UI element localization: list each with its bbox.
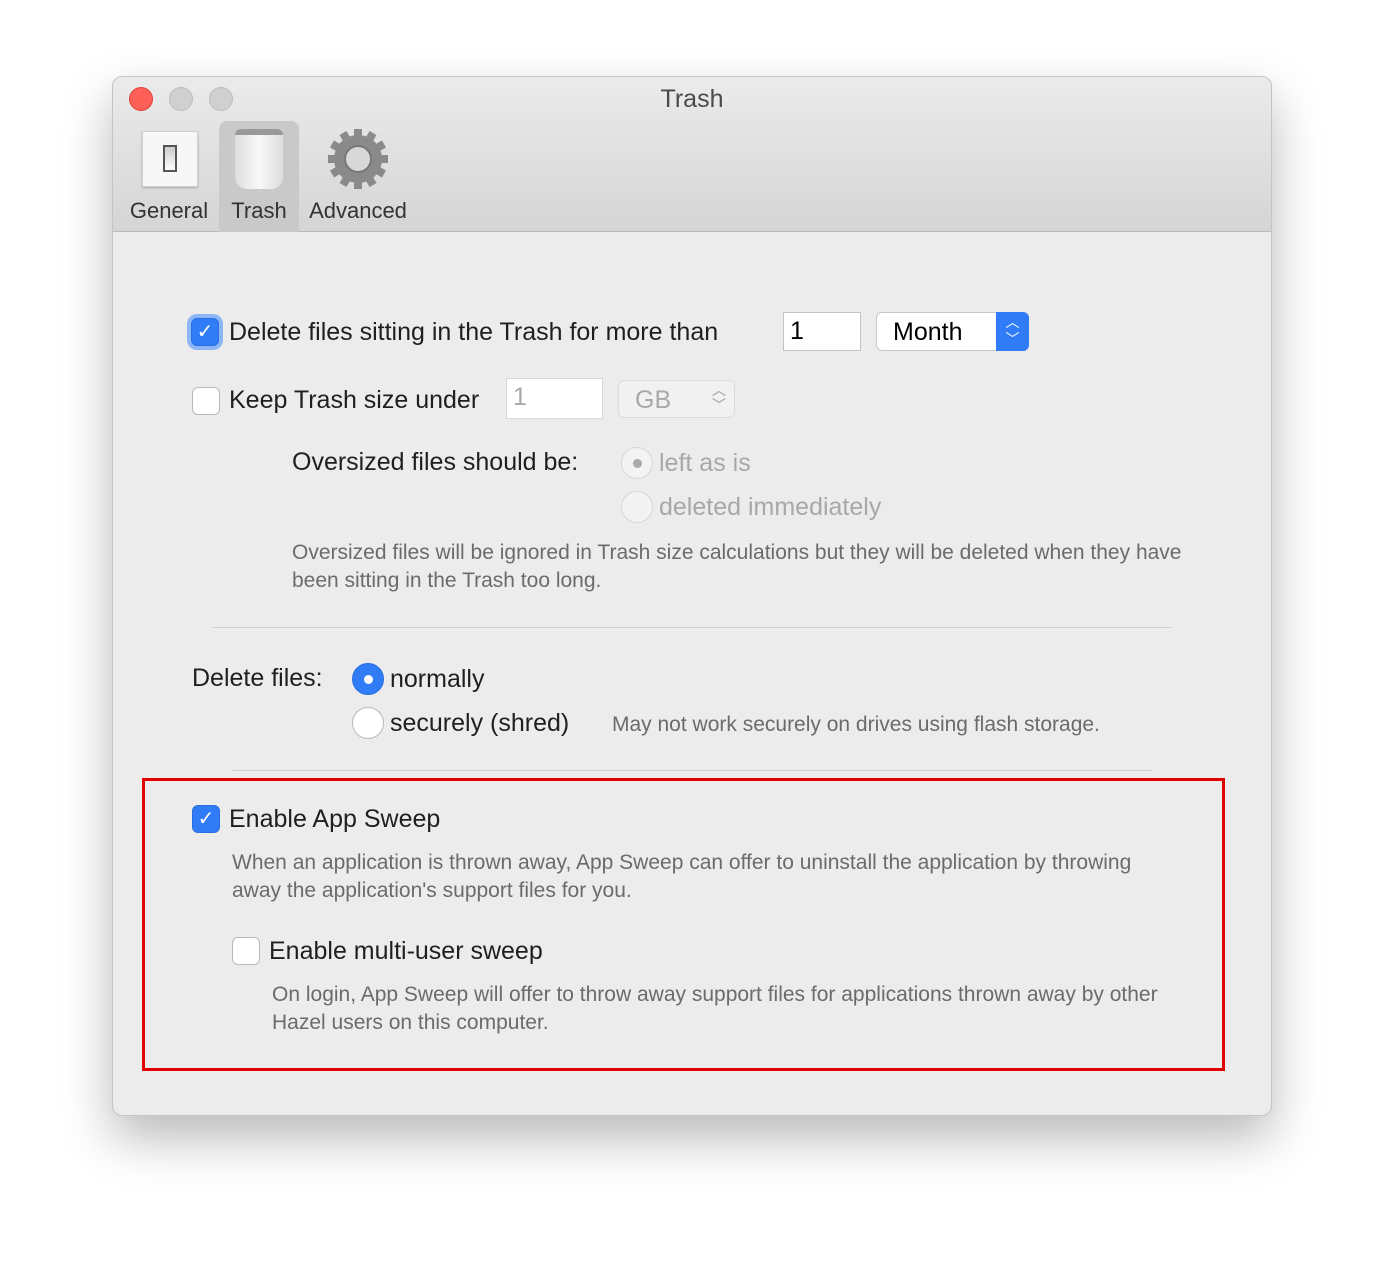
app-sweep-label: Enable App Sweep xyxy=(229,805,441,833)
delete-mode-label: Delete files: xyxy=(192,664,323,692)
multi-user-label: Enable multi-user sweep xyxy=(269,937,543,965)
chevron-updown-icon: ︿ ﹀ xyxy=(712,382,726,413)
option-left-as-is: left as is xyxy=(659,449,751,477)
secure-note: May not work securely on drives using fl… xyxy=(612,713,1100,736)
radio-securely[interactable] xyxy=(352,707,384,739)
multi-user-checkbox[interactable] xyxy=(232,937,260,965)
chevron-updown-icon: ︿ ﹀ xyxy=(996,312,1029,351)
option-securely: securely (shred) xyxy=(390,709,570,737)
switch-icon xyxy=(142,131,198,187)
multi-user-note: On login, App Sweep will offer to throw … xyxy=(272,983,1158,1034)
delete-old-amount-input[interactable]: 1 xyxy=(783,312,861,351)
trash-icon xyxy=(235,129,283,189)
gear-icon xyxy=(328,129,388,189)
app-sweep-checkbox[interactable]: ✓ xyxy=(192,805,220,833)
window-title: Trash xyxy=(660,85,724,113)
unit-value: Month xyxy=(893,318,963,346)
divider xyxy=(232,770,1152,771)
size-limit-checkbox[interactable] xyxy=(192,387,220,415)
app-sweep-note: When an application is thrown away, App … xyxy=(232,851,1132,902)
delete-old-label: Delete files sitting in the Trash for mo… xyxy=(229,318,719,346)
radio-deleted-immediately[interactable] xyxy=(621,491,653,523)
oversized-note: Oversized files will be ignored in Trash… xyxy=(292,541,1182,592)
oversized-label: Oversized files should be: xyxy=(292,448,579,476)
option-deleted-immediately: deleted immediately xyxy=(659,493,882,521)
delete-old-checkbox[interactable]: ✓ xyxy=(191,318,219,346)
delete-old-unit-select[interactable]: Month ︿ ﹀ xyxy=(876,312,1029,351)
size-unit-value: GB xyxy=(635,386,672,414)
divider xyxy=(212,627,1172,628)
tab-general[interactable]: General xyxy=(125,121,213,232)
option-normally: normally xyxy=(390,665,485,693)
tab-advanced[interactable]: Advanced xyxy=(305,121,411,232)
radio-left-as-is[interactable] xyxy=(621,447,653,479)
size-limit-input[interactable]: 1 xyxy=(506,378,603,419)
radio-normally[interactable] xyxy=(352,663,384,695)
size-limit-label: Keep Trash size under xyxy=(229,386,480,414)
toolbar: Trash General Trash Advanced xyxy=(113,77,1271,232)
size-unit-select[interactable]: GB ︿ ﹀ xyxy=(618,380,735,418)
tab-trash[interactable]: Trash xyxy=(219,121,299,232)
